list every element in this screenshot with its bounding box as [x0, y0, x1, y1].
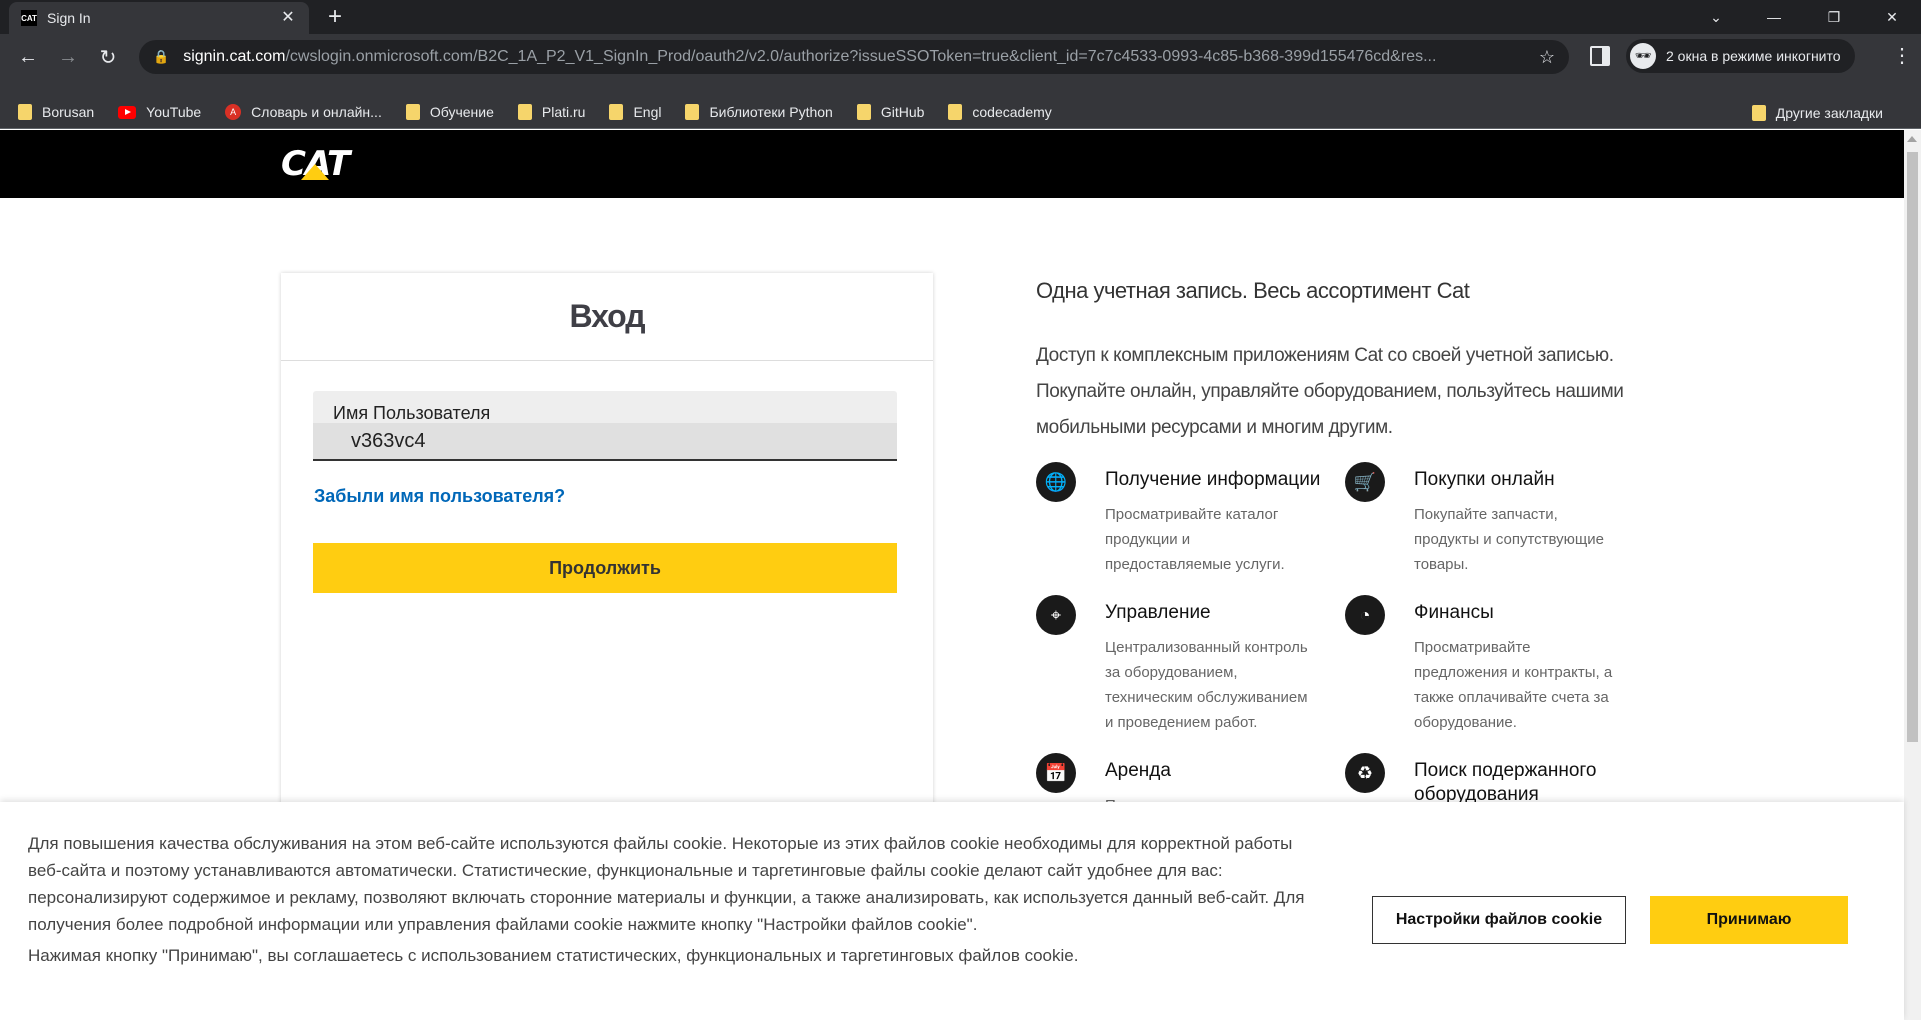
new-tab-button[interactable]: + [322, 5, 348, 31]
back-button[interactable]: ← [14, 43, 42, 71]
bookmark-borusan[interactable]: Borusan [18, 104, 94, 120]
bookmark-codecademy[interactable]: codecademy [948, 104, 1052, 120]
calendar-clock-icon: 📅 [1036, 753, 1076, 793]
feature-title: Поиск подержанного оборудования [1414, 760, 1597, 805]
forgot-username-link[interactable]: Забыли имя пользователя? [314, 486, 565, 507]
bookmark-youtube[interactable]: YouTube [118, 104, 201, 120]
incognito-icon: 🕶 [1630, 43, 1656, 69]
bookmark-github[interactable]: GitHub [856, 104, 924, 120]
tab-close-icon[interactable]: ✕ [279, 9, 297, 27]
feature-desc: Централизованный контроль за оборудовани… [1105, 639, 1308, 731]
page-scrollbar[interactable] [1904, 130, 1921, 1020]
restore-button[interactable]: ❐ [1811, 0, 1857, 34]
folder-icon [609, 104, 624, 120]
site-header: CAT [0, 130, 1904, 198]
recycle-icon: ♻ [1345, 753, 1385, 793]
cat-logo[interactable]: CAT [281, 144, 350, 184]
cookie-consent-text: Нажимая кнопку "Принимаю", вы соглашаете… [28, 946, 1079, 965]
folder-icon [405, 104, 420, 120]
pie-chart-icon: ◔ [1345, 595, 1385, 635]
tab-search-icon[interactable]: ⌄ [1693, 0, 1739, 34]
lock-icon: 🔒 [153, 49, 170, 64]
promo-text: Доступ к комплексным приложениям Cat со … [1036, 345, 1624, 438]
incognito-indicator[interactable]: 🕶 2 окна в режиме инкогнито [1626, 39, 1855, 73]
feature-desc: Просматривайте предложения и контракты, … [1414, 639, 1613, 731]
incognito-label: 2 окна в режиме инкогнито [1666, 48, 1841, 64]
feature-desc: Покупайте запчасти, продукты и сопутству… [1414, 506, 1604, 573]
bookmark-obuchenie[interactable]: Обучение [405, 104, 494, 120]
logo-triangle-icon [301, 164, 329, 180]
youtube-icon [118, 105, 137, 119]
bookmarks-bar: Borusan YouTube A Словарь и онлайн... Обу… [0, 96, 1921, 129]
url-host: signin.cat.com [183, 48, 286, 65]
folder-icon [685, 104, 700, 120]
feature-title: Аренда [1105, 760, 1171, 781]
browser-tab[interactable]: CAT Sign In ✕ [9, 2, 309, 34]
cart-icon: 🛒 [1345, 462, 1385, 502]
folder-icon [517, 104, 532, 120]
cookie-text: Для повышения качества обслуживания на э… [28, 834, 1305, 934]
cat-favicon-icon: CAT [21, 10, 37, 26]
close-window-button[interactable]: ✕ [1869, 0, 1915, 34]
browser-tab-bar: CAT Sign In ✕ + ⌄ — ❐ ✕ [0, 0, 1921, 34]
scroll-thumb[interactable] [1907, 152, 1918, 742]
feature-title: Получение информации [1105, 469, 1321, 490]
minimize-button[interactable]: — [1751, 0, 1797, 34]
bookmark-plati[interactable]: Plati.ru [517, 104, 585, 120]
continue-button[interactable]: Продолжить [313, 543, 897, 593]
username-label: Имя Пользователя [333, 403, 491, 423]
folder-icon [948, 104, 963, 120]
feature-title: Финансы [1414, 602, 1494, 623]
globe-icon: 🌐 [1036, 462, 1076, 502]
tab-title: Sign In [47, 10, 91, 26]
bookmark-star-icon[interactable]: ☆ [1539, 47, 1555, 68]
folder-icon [856, 104, 871, 120]
folder-icon [18, 104, 32, 120]
feature-title: Покупки онлайн [1414, 469, 1555, 490]
promo-title: Одна учетная запись. Весь ассортимент Ca… [1036, 278, 1470, 303]
login-title: Вход [281, 273, 933, 361]
browser-toolbar: ← → ↻ 🔒 signin.cat.com/cwslogin.onmicros… [0, 34, 1921, 96]
bookmark-python-libs[interactable]: Библиотеки Python [685, 104, 833, 120]
username-input[interactable] [313, 423, 897, 459]
page-content: CAT Вход Имя Пользователя Забыли имя пол… [0, 130, 1921, 1020]
cookie-accept-button[interactable]: Принимаю [1650, 896, 1848, 944]
scroll-up-icon[interactable] [1907, 136, 1917, 142]
bookmark-dictionary[interactable]: A Словарь и онлайн... [225, 104, 382, 120]
login-card: Вход Имя Пользователя Забыли имя пользов… [281, 273, 933, 833]
folder-icon [1751, 104, 1766, 121]
url-path: /cwslogin.onmicrosoft.com/B2C_1A_P2_V1_S… [285, 48, 1437, 65]
feature-desc: Просматривайте каталог продукции и предо… [1105, 506, 1285, 573]
menu-icon[interactable]: ⋮ [1892, 43, 1912, 68]
address-bar[interactable]: 🔒 signin.cat.com/cwslogin.onmicrosoft.co… [139, 40, 1569, 74]
location-icon: ⌖ [1036, 595, 1076, 635]
side-panel-icon[interactable] [1590, 46, 1610, 66]
reload-button[interactable]: ↻ [94, 43, 122, 71]
bookmark-engl[interactable]: Engl [609, 104, 661, 120]
cookie-settings-button[interactable]: Настройки файлов cookie [1372, 896, 1626, 944]
forward-button[interactable]: → [54, 43, 82, 71]
bookmark-other[interactable]: Другие закладки [1751, 96, 1883, 129]
feature-title: Управление [1105, 602, 1211, 623]
cookie-banner: Для повышения качества обслуживания на э… [0, 802, 1904, 1020]
dictionary-icon: A [225, 104, 242, 120]
username-field: Имя Пользователя [313, 391, 897, 461]
